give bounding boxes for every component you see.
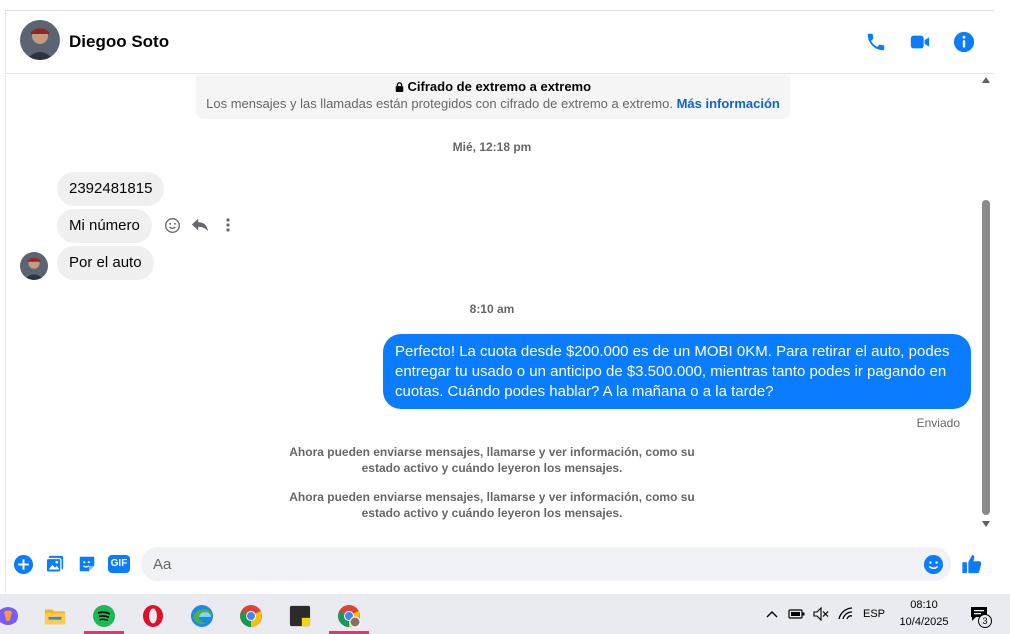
scroll-up-arrow[interactable] bbox=[982, 77, 990, 83]
thumbs-up-icon[interactable] bbox=[961, 553, 983, 575]
opera-icon[interactable] bbox=[131, 598, 175, 634]
notification-icon[interactable]: 3 bbox=[962, 594, 996, 634]
gif-label: GIF bbox=[110, 558, 128, 569]
emoji-icon[interactable] bbox=[922, 553, 944, 575]
message-thread[interactable]: Cifrado de extremo a extremo Los mensaje… bbox=[5, 75, 977, 535]
plus-circle-icon[interactable] bbox=[12, 553, 34, 575]
scroll-down-arrow[interactable] bbox=[982, 521, 990, 527]
battery-icon[interactable] bbox=[786, 594, 808, 634]
outgoing-message[interactable]: Perfecto! La cuota desde $200.000 es de … bbox=[383, 334, 971, 409]
more-info-link[interactable]: Más información bbox=[677, 96, 780, 111]
phone-icon[interactable] bbox=[862, 28, 890, 56]
sent-status: Enviado bbox=[916, 416, 960, 430]
copilot-icon[interactable] bbox=[0, 598, 30, 634]
wifi-icon[interactable] bbox=[835, 594, 857, 634]
system-message: Ahora pueden enviarse mensajes, llamarse… bbox=[289, 445, 695, 475]
edge-icon[interactable] bbox=[180, 598, 224, 634]
message-composer: GIF bbox=[5, 535, 1010, 593]
windows-taskbar: ESP 08:10 10/4/2025 3 bbox=[0, 594, 1010, 634]
info-icon[interactable] bbox=[950, 28, 978, 56]
timestamp: Mié, 12:18 pm bbox=[452, 140, 532, 154]
speaker-muted-icon[interactable] bbox=[810, 594, 832, 634]
video-camera-icon[interactable] bbox=[906, 28, 934, 56]
chat-header: Diegoo Soto bbox=[5, 10, 994, 74]
encryption-title: Cifrado de extremo a extremo bbox=[196, 79, 790, 94]
incoming-message[interactable]: Por el auto bbox=[57, 246, 154, 280]
lock-icon bbox=[395, 82, 404, 92]
message-input[interactable] bbox=[141, 547, 951, 581]
chrome-icon[interactable] bbox=[229, 598, 273, 634]
contact-avatar[interactable] bbox=[20, 20, 60, 60]
clock-time: 08:10 bbox=[910, 599, 938, 611]
react-emoji-icon[interactable] bbox=[163, 216, 181, 234]
chevron-up-icon[interactable] bbox=[763, 594, 781, 634]
sticky-notes-icon[interactable] bbox=[278, 598, 322, 634]
gif-icon[interactable]: GIF bbox=[107, 553, 131, 575]
thread-scrollbar[interactable] bbox=[978, 75, 994, 535]
clock-date: 10/4/2025 bbox=[899, 616, 949, 628]
sticker-icon[interactable] bbox=[76, 553, 98, 575]
message-actions bbox=[163, 215, 237, 235]
notification-badge: 3 bbox=[978, 614, 992, 628]
messenger-window: Diegoo Soto Cifrado de extremo a extremo… bbox=[0, 0, 1010, 634]
encryption-notice: Cifrado de extremo a extremo Los mensaje… bbox=[196, 75, 790, 119]
language-indicator[interactable]: ESP bbox=[860, 594, 888, 634]
contact-avatar-small[interactable] bbox=[20, 252, 48, 280]
reply-icon[interactable] bbox=[191, 216, 209, 234]
incoming-message[interactable]: 2392481815 bbox=[57, 172, 165, 206]
taskbar-clock[interactable]: 08:10 10/4/2025 bbox=[893, 597, 955, 631]
scroll-thumb[interactable] bbox=[982, 200, 990, 515]
timestamp: 8:10 am bbox=[469, 302, 515, 316]
system-message: Ahora pueden enviarse mensajes, llamarse… bbox=[289, 490, 695, 520]
photo-icon[interactable] bbox=[44, 553, 66, 575]
encryption-text: Los mensajes y las llamadas están proteg… bbox=[206, 96, 780, 111]
incoming-message[interactable]: Mi número bbox=[57, 209, 152, 243]
more-options-icon[interactable] bbox=[219, 216, 237, 234]
file-explorer-icon[interactable] bbox=[33, 598, 77, 634]
contact-name[interactable]: Diegoo Soto bbox=[69, 32, 169, 52]
chrome-profile-icon[interactable] bbox=[327, 598, 371, 634]
spotify-icon[interactable] bbox=[82, 598, 126, 634]
